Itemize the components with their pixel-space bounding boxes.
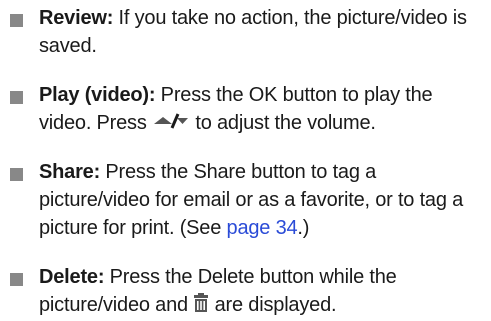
square-bullet-icon: [10, 273, 23, 286]
item-term: Review:: [39, 7, 114, 29]
trash-icon: [193, 293, 209, 321]
up-down-arrows-icon: [152, 111, 190, 139]
item-term: Share:: [39, 161, 101, 183]
square-bullet-icon: [10, 91, 23, 104]
item-text: Review: If you take no action, the pictu…: [39, 4, 479, 60]
item-text: Play (video): Press the OK button to pla…: [39, 81, 479, 139]
item-description-end: to adjust the volume.: [190, 112, 376, 134]
page-34-link[interactable]: page 34: [227, 217, 298, 239]
item-description-end: are displayed.: [209, 294, 337, 316]
item-text: Share: Press the Share button to tag a p…: [39, 158, 479, 242]
item-description-end: .): [297, 217, 310, 239]
item-term: Delete:: [39, 266, 105, 288]
square-bullet-icon: [10, 14, 23, 27]
item-term: Play (video):: [39, 84, 156, 106]
item-text: Delete: Press the Delete button while th…: [39, 263, 479, 321]
square-bullet-icon: [10, 168, 23, 181]
